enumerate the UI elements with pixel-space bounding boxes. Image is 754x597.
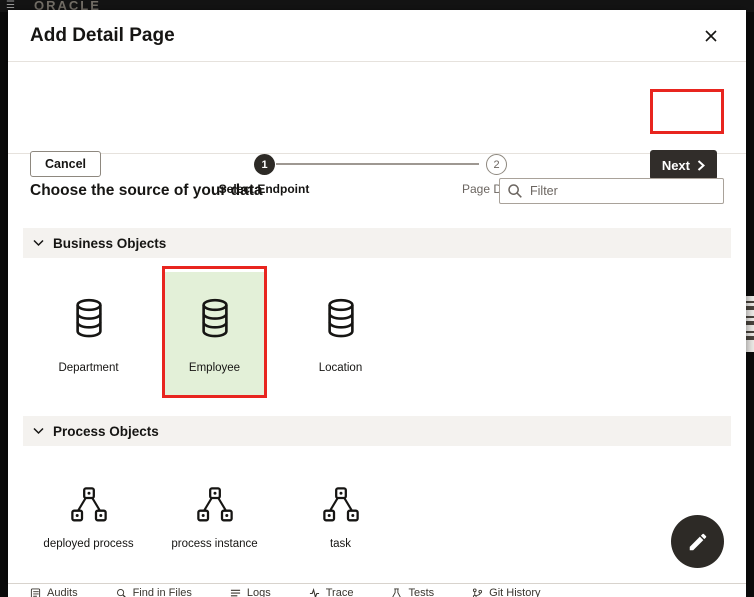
tile-location[interactable]: Location: [290, 272, 391, 398]
tab-git-history[interactable]: Git History: [472, 587, 540, 597]
chevron-down-icon: [33, 239, 44, 247]
database-icon: [68, 297, 110, 341]
business-objects-list: Department Employee Location: [8, 258, 746, 408]
git-history-icon: [472, 588, 483, 597]
filter-field-wrapper: [499, 178, 724, 204]
tile-label: task: [330, 538, 351, 550]
close-icon: [704, 29, 718, 43]
next-button[interactable]: Next: [650, 150, 717, 180]
trace-icon: [309, 588, 320, 597]
find-in-files-icon: [116, 588, 127, 597]
process-icon: [194, 484, 236, 526]
section-title: Business Objects: [53, 236, 166, 251]
tile-deployed-process[interactable]: deployed process: [38, 460, 139, 578]
tile-label: deployed process: [43, 538, 133, 550]
next-button-label: Next: [662, 158, 690, 173]
tab-label: Find in Files: [133, 587, 192, 597]
panel-toggle-icon[interactable]: [746, 316, 754, 325]
chevron-right-icon: [697, 160, 705, 171]
logs-icon: [230, 588, 241, 597]
pencil-icon: [687, 531, 709, 553]
step-label-select-endpoint: Select Endpoint: [194, 182, 334, 196]
search-icon: [507, 183, 523, 199]
tab-audits[interactable]: Audits: [30, 587, 78, 597]
right-panel-toolbar: [746, 296, 754, 352]
dialog-title: Add Detail Page: [30, 25, 175, 47]
tab-find-in-files[interactable]: Find in Files: [116, 587, 192, 597]
bottom-tab-bar: Audits Find in Files Logs Trace Tests Gi…: [8, 583, 746, 597]
section-process-objects[interactable]: Process Objects: [23, 416, 731, 446]
wizard-stepper: Cancel 1 Select Endpoint 2 Page Details …: [8, 62, 746, 154]
tab-label: Tests: [408, 587, 434, 597]
panel-toggle-icon[interactable]: [746, 301, 754, 310]
tab-tests[interactable]: Tests: [391, 587, 434, 597]
database-icon: [320, 297, 362, 341]
tile-process-instance[interactable]: process instance: [164, 460, 265, 578]
tab-label: Git History: [489, 587, 540, 597]
tile-employee[interactable]: Employee: [164, 272, 265, 398]
edit-fab-button[interactable]: [671, 515, 724, 568]
filter-input[interactable]: [499, 178, 724, 204]
tab-label: Trace: [326, 587, 354, 597]
add-detail-page-dialog: Add Detail Page Cancel 1 Select Endpoint…: [8, 10, 746, 583]
step-indicator-1[interactable]: 1: [254, 154, 275, 175]
tab-logs[interactable]: Logs: [230, 587, 271, 597]
tile-department[interactable]: Department: [38, 272, 139, 398]
process-icon: [68, 484, 110, 526]
process-objects-list: deployed process process instance: [8, 446, 746, 588]
step-number: 1: [261, 159, 267, 171]
dialog-header: Add Detail Page: [8, 10, 746, 62]
stepper-connector: [276, 163, 479, 165]
process-icon: [320, 484, 362, 526]
tab-label: Audits: [47, 587, 78, 597]
panel-toggle-icon[interactable]: [746, 331, 754, 340]
tile-task[interactable]: task: [290, 460, 391, 578]
tile-label: process instance: [171, 538, 257, 550]
database-icon: [194, 297, 236, 341]
tab-trace[interactable]: Trace: [309, 587, 354, 597]
section-business-objects[interactable]: Business Objects: [23, 228, 731, 258]
tile-label: Department: [58, 362, 118, 374]
close-button[interactable]: [700, 25, 722, 47]
step-number: 2: [493, 159, 499, 171]
step-indicator-2[interactable]: 2: [486, 154, 507, 175]
chevron-down-icon: [33, 427, 44, 435]
section-title: Process Objects: [53, 424, 159, 439]
cancel-button[interactable]: Cancel: [30, 151, 101, 177]
tile-label: Employee: [189, 362, 240, 374]
tests-icon: [391, 588, 402, 597]
tile-label: Location: [319, 362, 362, 374]
audits-icon: [30, 588, 41, 597]
tab-label: Logs: [247, 587, 271, 597]
